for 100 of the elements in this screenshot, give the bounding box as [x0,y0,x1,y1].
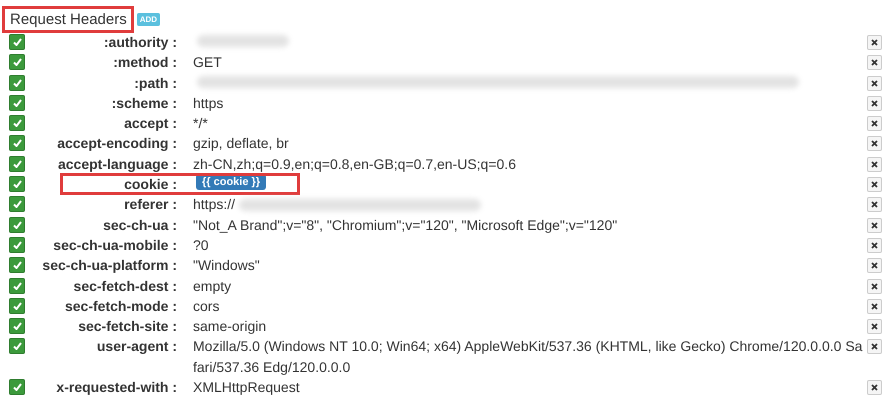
check-icon [12,282,22,290]
check-icon [12,240,22,249]
close-icon [871,140,878,148]
close-icon [871,160,878,168]
header-name: referer : [124,195,177,214]
close-button[interactable] [867,197,882,212]
header-value: cors [193,296,220,316]
check-icon [12,160,22,168]
close-icon [871,80,878,87]
close-button[interactable] [867,96,882,111]
close-icon [871,242,878,249]
enabled-checkbox[interactable] [9,94,25,111]
close-icon [871,201,878,208]
close-button[interactable] [867,35,882,50]
check-icon [12,220,22,229]
close-icon [871,384,878,392]
enabled-checkbox[interactable] [9,338,25,354]
check-icon [12,58,22,66]
enabled-checkbox[interactable] [9,278,25,294]
close-button[interactable] [867,218,882,233]
close-icon [871,181,878,188]
check-icon [12,383,22,392]
header-value: Mozilla/5.0 (Windows NT 10.0; Win64; x64) AppleWebKit/537.36 (KHTML, like Gecko) Chrome/120.0.0.0 Safari/537.36 Edg/120.0.0.0 [193,337,863,377]
close-icon [871,282,878,290]
enabled-checkbox[interactable] [9,298,25,314]
enabled-checkbox[interactable] [9,318,25,334]
close-icon [871,262,878,270]
close-icon [871,39,878,46]
add-button[interactable]: ADD [136,12,160,26]
close-icon [871,120,878,128]
close-button[interactable] [867,116,882,132]
enabled-checkbox[interactable] [9,236,25,253]
header-name: :path : [134,74,177,93]
section-title: Request Headers [2,6,134,32]
close-button[interactable] [867,55,882,70]
header-name: cookie : [124,175,177,194]
header-value: ?0 [193,236,209,255]
close-icon [871,59,878,66]
close-icon [871,343,878,350]
header-value: "Windows" [193,256,260,276]
close-button[interactable] [867,177,882,192]
enabled-checkbox[interactable] [9,34,25,50]
close-button[interactable] [867,136,882,152]
close-button[interactable] [867,380,882,396]
header-name: :method : [113,53,177,72]
enabled-checkbox[interactable] [9,216,25,233]
close-icon [871,302,878,310]
header-name: sec-fetch-site : [78,317,177,336]
header-name: x-requested-with : [56,378,177,398]
header-value: */* [193,114,208,134]
check-icon [12,261,22,270]
check-icon [12,180,22,188]
header-name: accept-encoding : [57,134,177,154]
check-icon [12,139,22,148]
header-name: sec-ch-ua-platform : [42,256,177,276]
header-name: sec-fetch-mode : [64,296,177,316]
check-icon [12,38,22,46]
header-value: zh-CN,zh;q=0.9,en;q=0.8,en-GB;q=0.7,en-US;q=0.6 [193,154,516,174]
close-button[interactable] [867,76,882,91]
close-button[interactable] [867,156,882,172]
header-name: user-agent : [96,337,177,356]
close-button[interactable] [867,319,882,334]
header-value: https:// [193,195,236,214]
enabled-checkbox[interactable] [9,257,25,274]
header-value: same-origin [193,317,266,336]
header-value: gzip, deflate, br [193,134,289,154]
close-button[interactable] [867,339,882,354]
header-name: sec-fetch-dest : [74,276,177,296]
enabled-checkbox[interactable] [9,156,25,172]
enabled-checkbox[interactable] [9,176,25,192]
enabled-checkbox[interactable] [9,379,25,396]
header-value: GET [193,53,222,72]
enabled-checkbox[interactable] [9,54,25,70]
check-icon [12,98,22,107]
enabled-checkbox[interactable] [9,135,25,152]
header-name: accept : [124,114,177,134]
header-name: :scheme : [112,94,177,113]
header-name: sec-ch-ua-mobile : [53,236,177,255]
close-button[interactable] [867,298,882,314]
header-value: XMLHttpRequest [193,378,300,398]
check-icon [12,342,22,350]
close-button[interactable] [867,278,882,294]
check-icon [12,302,22,310]
check-icon [12,200,22,208]
check-icon [12,322,22,330]
header-value: https [193,94,224,113]
close-icon [871,222,878,229]
close-button[interactable] [867,258,882,274]
close-icon [871,323,878,330]
header-name: sec-ch-ua : [103,216,177,235]
enabled-checkbox[interactable] [9,196,25,212]
header-value: "Not_A Brand";v="8", "Chromium";v="120", "Microsoft Edge";v="120" [193,216,618,235]
check-icon [12,119,22,128]
close-icon [871,100,878,107]
enabled-checkbox[interactable] [9,115,25,132]
check-icon [12,78,22,87]
header-value: empty [193,276,232,296]
enabled-checkbox[interactable] [9,74,25,91]
header-name: :authority : [104,33,177,52]
close-button[interactable] [867,238,882,253]
